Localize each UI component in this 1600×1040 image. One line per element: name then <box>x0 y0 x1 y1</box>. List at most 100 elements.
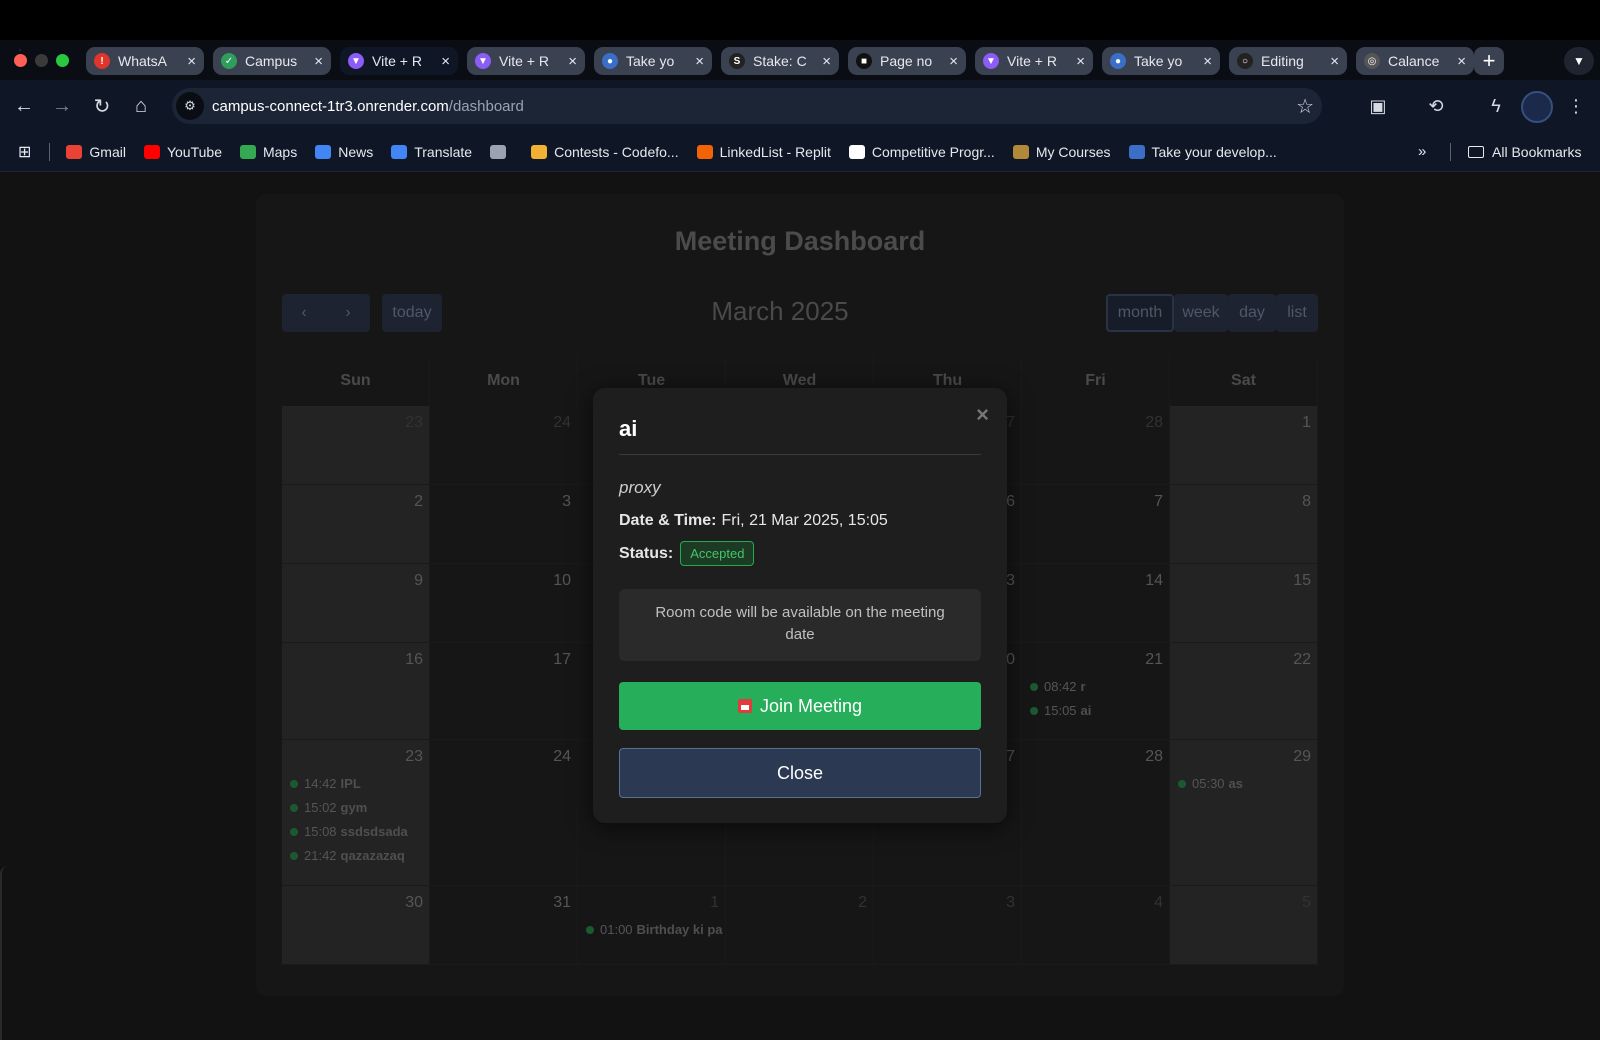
close-window-icon[interactable] <box>14 54 27 67</box>
browser-tab[interactable]: ● Take yo × <box>1102 47 1220 75</box>
next-month-button[interactable]: › <box>326 294 370 332</box>
tab-close-icon[interactable]: × <box>187 53 196 70</box>
browser-tab[interactable]: ■ Page no × <box>848 47 966 75</box>
bookmark-item[interactable]: Competitive Progr... <box>848 144 995 160</box>
day-number[interactable]: 16 <box>405 651 423 669</box>
view-week-button[interactable]: week <box>1174 294 1228 332</box>
day-number[interactable]: 5 <box>1302 894 1311 912</box>
day-number[interactable]: 23 <box>405 414 423 432</box>
url-text[interactable]: campus-connect-1tr3.onrender.com/dashboa… <box>212 98 524 115</box>
tab-close-icon[interactable]: × <box>695 53 704 70</box>
day-cell[interactable]: 29 05:30 as <box>1170 740 1318 886</box>
tab-close-icon[interactable]: × <box>568 53 577 70</box>
day-number[interactable]: 21 <box>1145 651 1163 669</box>
day-number[interactable]: 22 <box>1293 651 1311 669</box>
day-number[interactable]: 15 <box>1293 572 1311 590</box>
browser-tab[interactable]: S Stake: C × <box>721 47 839 75</box>
browser-tab[interactable]: ● Take yo × <box>594 47 712 75</box>
calendar-event[interactable]: 05:30 as <box>1178 776 1243 791</box>
view-list-button[interactable]: list <box>1276 294 1318 332</box>
close-icon[interactable]: × <box>976 402 989 428</box>
day-cell[interactable]: 14 <box>1022 564 1170 643</box>
day-number[interactable]: 24 <box>553 748 571 766</box>
browser-tab[interactable]: ◎ Calance × <box>1356 47 1474 75</box>
day-number[interactable]: 17 <box>553 651 571 669</box>
day-cell[interactable]: 24 <box>430 740 578 886</box>
day-cell[interactable]: 15 <box>1170 564 1318 643</box>
day-cell[interactable]: 1 01:00 Birthday ki pa <box>578 886 726 965</box>
extensions-icon[interactable]: ▣ <box>1366 94 1390 118</box>
day-number[interactable]: 8 <box>1302 493 1311 511</box>
day-number[interactable]: 30 <box>405 894 423 912</box>
day-cell[interactable]: 17 <box>430 643 578 740</box>
day-cell[interactable]: 2 <box>726 886 874 965</box>
day-number[interactable]: 29 <box>1293 748 1311 766</box>
day-cell[interactable]: 3 <box>430 485 578 564</box>
browser-tab[interactable]: ✓ Campus × <box>213 47 331 75</box>
bookmark-item[interactable]: Maps <box>239 144 297 160</box>
history-icon[interactable]: ⟲ <box>1424 94 1448 118</box>
site-info-icon[interactable]: ⚙ <box>176 92 204 120</box>
tab-close-icon[interactable]: × <box>1330 53 1339 70</box>
maximize-window-icon[interactable] <box>56 54 69 67</box>
day-cell[interactable]: 23 <box>282 406 430 485</box>
day-cell[interactable]: 22 <box>1170 643 1318 740</box>
day-cell[interactable]: 24 <box>430 406 578 485</box>
day-cell[interactable]: 8 <box>1170 485 1318 564</box>
calendar-event[interactable]: 21:42 qazazazaq <box>290 848 405 863</box>
day-number[interactable]: 28 <box>1145 748 1163 766</box>
day-number[interactable]: 10 <box>553 572 571 590</box>
day-cell[interactable]: 31 <box>430 886 578 965</box>
day-number[interactable]: 28 <box>1145 414 1163 432</box>
bookmark-star-icon[interactable]: ☆ <box>1296 94 1314 119</box>
bookmark-item[interactable] <box>490 144 513 159</box>
tab-close-icon[interactable]: × <box>1076 53 1085 70</box>
browser-tab[interactable]: ○ Editing × <box>1229 47 1347 75</box>
all-bookmarks-button[interactable]: All Bookmarks <box>1468 144 1581 160</box>
day-number[interactable]: 31 <box>553 894 571 912</box>
day-number[interactable]: 3 <box>562 493 571 511</box>
address-bar[interactable]: ⚙ campus-connect-1tr3.onrender.com/dashb… <box>172 88 1322 124</box>
browser-tab[interactable]: ! WhatsA × <box>86 47 204 75</box>
back-icon[interactable]: ← <box>12 94 36 118</box>
bookmark-item[interactable]: LinkedList - Replit <box>696 144 831 160</box>
bookmark-item[interactable]: Take your develop... <box>1128 144 1277 160</box>
bookmark-item[interactable]: News <box>315 144 373 160</box>
bookmark-item[interactable]: My Courses <box>1012 144 1111 160</box>
day-number[interactable]: 2 <box>414 493 423 511</box>
day-cell[interactable]: 2 <box>282 485 430 564</box>
bookmark-item[interactable]: Contests - Codefo... <box>531 144 679 160</box>
close-button[interactable]: Close <box>619 748 981 798</box>
day-cell[interactable]: 21 08:42 r 15:05 ai <box>1022 643 1170 740</box>
profile-avatar[interactable] <box>1521 91 1553 123</box>
day-number[interactable]: 9 <box>414 572 423 590</box>
day-cell[interactable]: 28 <box>1022 406 1170 485</box>
performance-icon[interactable]: ϟ <box>1484 94 1508 118</box>
bookmark-item[interactable]: YouTube <box>143 144 222 160</box>
prev-month-button[interactable]: ‹ <box>282 294 326 332</box>
new-tab-button[interactable]: + <box>1474 47 1504 75</box>
home-icon[interactable]: ⌂ <box>129 94 153 118</box>
more-bookmarks-icon[interactable]: » <box>1418 143 1426 160</box>
day-number[interactable]: 1 <box>1302 414 1311 432</box>
day-cell[interactable]: 16 <box>282 643 430 740</box>
calendar-event[interactable]: 15:02 gym <box>290 800 367 815</box>
view-month-button[interactable]: month <box>1106 294 1174 332</box>
tab-close-icon[interactable]: × <box>949 53 958 70</box>
day-cell[interactable]: 3 <box>874 886 1022 965</box>
forward-icon[interactable]: → <box>50 94 74 118</box>
day-cell[interactable]: 28 <box>1022 740 1170 886</box>
tab-close-icon[interactable]: × <box>441 53 450 70</box>
day-cell[interactable]: 7 <box>1022 485 1170 564</box>
calendar-event[interactable]: 08:42 r <box>1030 679 1086 694</box>
day-number[interactable]: 6 <box>1006 493 1015 511</box>
today-button[interactable]: today <box>382 294 442 332</box>
browser-tab[interactable]: ▼ Vite + R × <box>340 47 458 75</box>
calendar-event[interactable]: 14:42 IPL <box>290 776 361 791</box>
tab-search-icon[interactable]: ▼ <box>1564 47 1594 75</box>
menu-icon[interactable]: ⋮ <box>1564 94 1588 118</box>
day-cell[interactable]: 10 <box>430 564 578 643</box>
calendar-event[interactable]: 01:00 Birthday ki pa <box>586 922 723 937</box>
view-day-button[interactable]: day <box>1228 294 1276 332</box>
calendar-event[interactable]: 15:08 ssdsdsada <box>290 824 408 839</box>
